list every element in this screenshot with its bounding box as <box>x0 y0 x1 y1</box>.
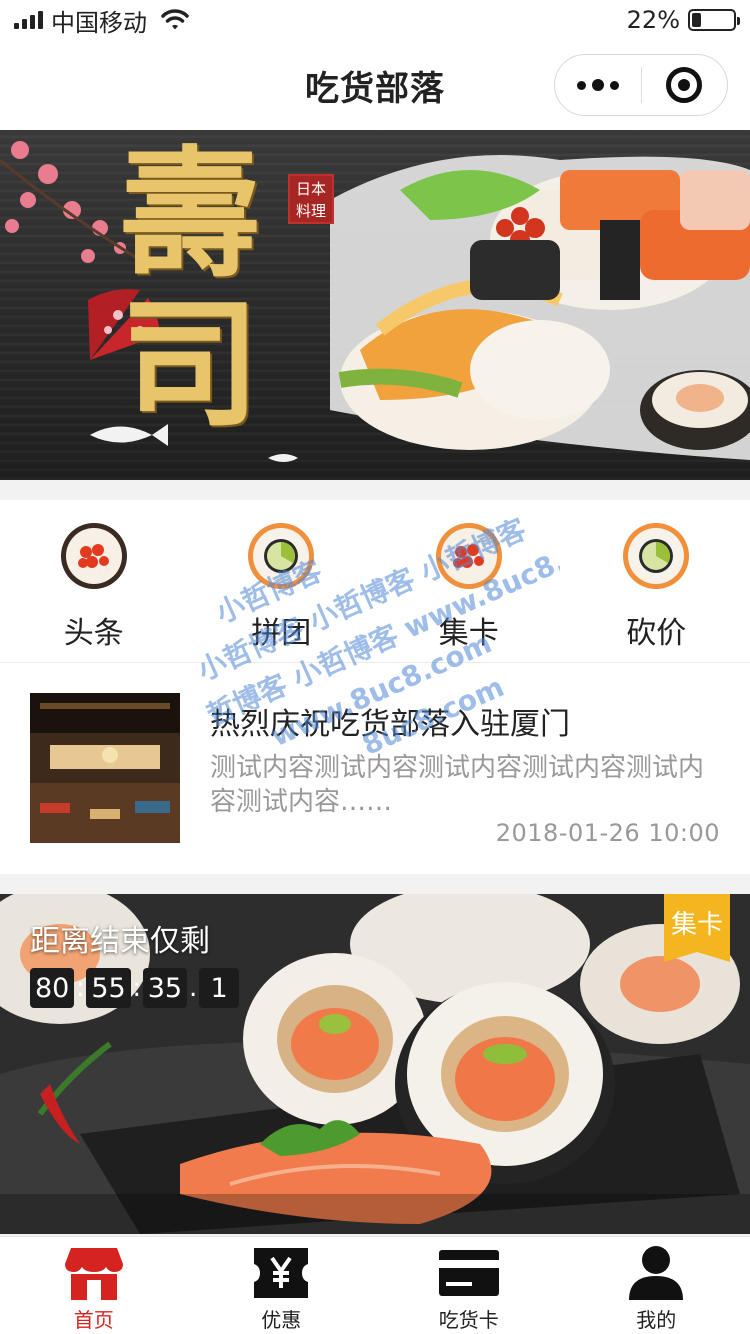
promo-title: 距离结束仅剩 <box>30 924 210 959</box>
target-close-icon[interactable] <box>642 67 728 103</box>
app-screen: 中国移动 22% 吃货部落 壽司 日本料理 头条 拼团 集卡 砍价 热烈庆祝吃货… <box>0 0 750 1334</box>
cucumber-roll-icon <box>623 523 690 589</box>
sushi-banner-illustration <box>0 141 750 462</box>
wifi-icon <box>161 9 189 30</box>
status-bar: 中国移动 22% <box>0 0 750 40</box>
countdown-hours: 55 <box>86 968 131 1008</box>
user-icon <box>629 1246 684 1300</box>
battery-status: 22% <box>626 6 740 34</box>
countdown-seconds: 1 <box>199 968 240 1008</box>
grid-label: 砍价 <box>626 616 687 651</box>
countdown-separator: : <box>132 973 142 1003</box>
news-date: 2018-01-26 10:00 <box>495 819 720 847</box>
yen-ticket-icon <box>254 1248 309 1298</box>
shop-icon <box>64 1248 123 1300</box>
promo-badge: 集卡 <box>664 894 730 962</box>
feature-grid: 头条 拼团 集卡 砍价 <box>0 500 750 662</box>
news-thumbnail <box>30 693 180 843</box>
promo-card[interactable]: 距离结束仅剩 80 : 55 : 35 . 1 集卡 <box>0 894 750 1234</box>
roe-sushi-icon <box>435 523 502 589</box>
grid-label: 集卡 <box>438 616 499 651</box>
battery-icon <box>688 9 740 31</box>
grid-item-headline[interactable]: 头条 <box>0 500 188 662</box>
tab-card[interactable]: 吃货卡 <box>375 1237 563 1334</box>
countdown-timer: 80 : 55 : 35 . 1 <box>30 968 240 1008</box>
grid-item-bargain[interactable]: 砍价 <box>563 500 750 662</box>
tab-label: 首页 <box>73 1308 114 1332</box>
banner-seal: 日本料理 <box>288 174 334 224</box>
news-description: 测试内容测试内容测试内容测试内容测试内容测试内容…… <box>210 753 705 817</box>
tab-label: 吃货卡 <box>438 1308 499 1332</box>
countdown-separator: . <box>188 973 198 1003</box>
card-icon <box>438 1250 499 1296</box>
tab-home[interactable]: 首页 <box>0 1237 188 1334</box>
countdown-minutes: 35 <box>142 968 188 1008</box>
page-title: 吃货部落 <box>305 68 445 109</box>
grid-label: 拼团 <box>251 616 312 651</box>
tab-bar: 首页 优惠 吃货卡 我的 <box>0 1236 750 1334</box>
news-card[interactable]: 热烈庆祝吃货部落入驻厦门 测试内容测试内容测试内容测试内容测试内容测试内容…… … <box>0 662 750 874</box>
banner-carousel[interactable]: 壽司 日本料理 <box>0 130 750 480</box>
banner-title: 壽司 <box>120 133 261 447</box>
grid-item-group-buy[interactable]: 拼团 <box>188 500 376 662</box>
tab-label: 优惠 <box>261 1308 302 1332</box>
battery-percent: 22% <box>626 6 680 34</box>
tab-discount[interactable]: 优惠 <box>188 1237 376 1334</box>
news-title: 热烈庆祝吃货部落入驻厦门 <box>210 707 570 742</box>
battery-fill <box>692 13 701 27</box>
tab-label: 我的 <box>636 1308 677 1332</box>
more-dots-icon[interactable] <box>555 79 641 91</box>
grid-label: 头条 <box>63 616 124 651</box>
countdown-days: 80 <box>30 968 75 1008</box>
signal-icon <box>14 11 43 29</box>
roe-sushi-icon <box>60 523 127 589</box>
grid-item-collect-cards[interactable]: 集卡 <box>375 500 563 662</box>
nav-bar: 吃货部落 <box>0 40 750 130</box>
carrier-name: 中国移动 <box>51 8 147 37</box>
cucumber-roll-icon <box>248 523 315 589</box>
miniprogram-capsule <box>554 54 728 116</box>
tab-mine[interactable]: 我的 <box>563 1237 750 1334</box>
countdown-separator: : <box>75 973 85 1003</box>
